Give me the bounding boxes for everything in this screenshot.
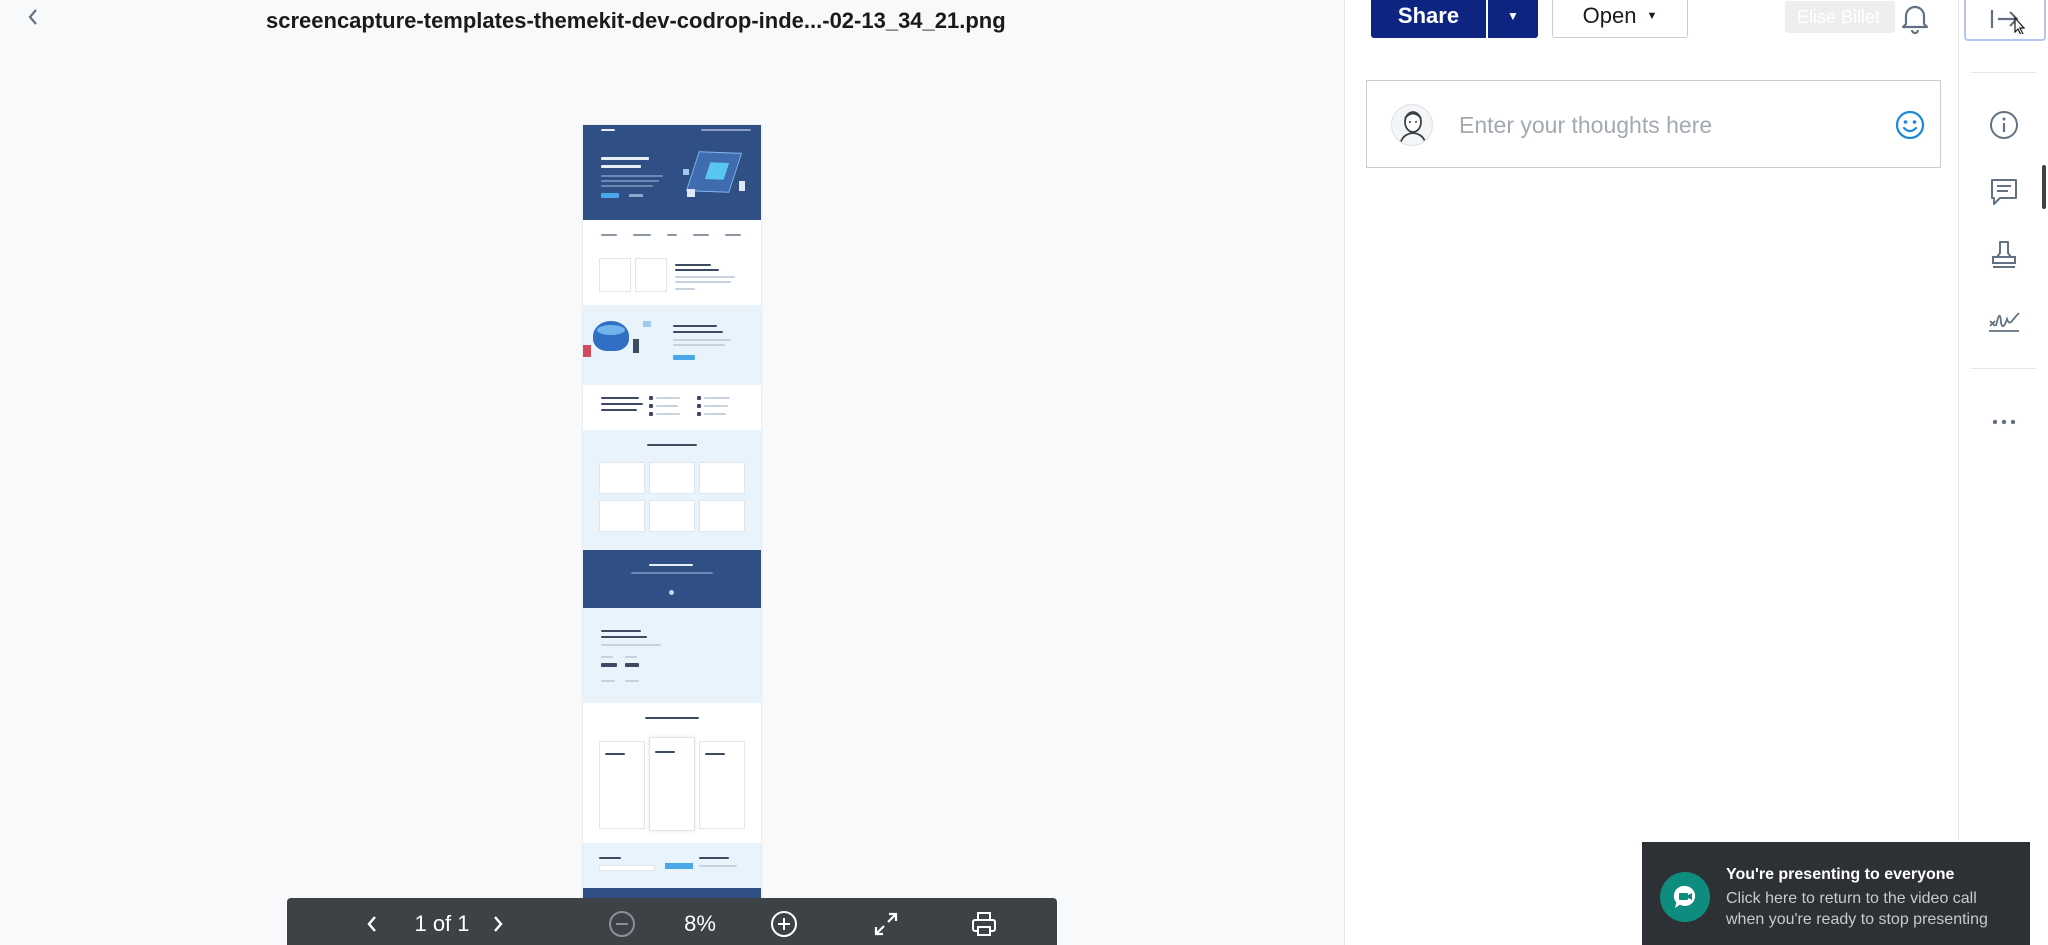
info-icon xyxy=(1989,111,2018,139)
notifications-button[interactable] xyxy=(1897,0,1933,36)
page-toolbar: 1 of 1 8% xyxy=(287,898,1057,945)
zoom-in-button[interactable] xyxy=(767,910,801,938)
emoji-button[interactable] xyxy=(1894,109,1926,141)
zoom-in-icon xyxy=(771,911,797,937)
preview-cta-section xyxy=(583,550,761,608)
user-tooltip: Elise Billet xyxy=(1785,1,1895,33)
preview-logos-section xyxy=(583,220,761,250)
print-button[interactable] xyxy=(967,910,1001,938)
rail-separator xyxy=(1971,368,2036,369)
preview-checklist-section xyxy=(583,385,761,430)
preview-stats-section xyxy=(583,608,761,703)
chevron-left-icon xyxy=(367,916,376,932)
signature-icon xyxy=(1988,312,2020,332)
share-options-button[interactable]: ▼ xyxy=(1488,0,1538,38)
scrollbar-thumb[interactable] xyxy=(2042,165,2046,209)
signature-button[interactable] xyxy=(1959,296,2048,344)
print-icon xyxy=(972,912,996,936)
comment-input[interactable] xyxy=(1459,105,1859,145)
presenting-notification[interactable]: You're presenting to everyone Click here… xyxy=(1642,842,2030,945)
preview-newsletter-section xyxy=(583,843,761,888)
file-viewer: screencapture-templates-themekit-dev-cod… xyxy=(0,0,1344,945)
back-button[interactable] xyxy=(18,2,48,32)
zoom-level: 8% xyxy=(684,911,716,936)
collapse-panel-button[interactable] xyxy=(1964,0,2046,41)
preview-hero-section xyxy=(583,125,761,220)
fullscreen-icon xyxy=(874,912,898,936)
comment-icon xyxy=(1990,179,2017,205)
rail-separator xyxy=(1971,72,2036,73)
bell-icon xyxy=(1901,5,1929,34)
presenting-icon xyxy=(1660,872,1710,922)
user-name: Elise Billet xyxy=(1797,6,1881,27)
page-indicator: 1 of 1 xyxy=(414,911,470,936)
toast-title: You're presenting to everyone xyxy=(1726,866,1955,883)
fullscreen-button[interactable] xyxy=(869,910,903,938)
open-button[interactable]: Open ▼ xyxy=(1552,0,1688,38)
stamp-icon xyxy=(1991,241,2016,268)
share-button-label: Share xyxy=(1397,3,1460,28)
avatar xyxy=(1391,104,1433,146)
zoom-out-icon xyxy=(609,911,635,937)
open-button-label: Open xyxy=(1582,3,1637,28)
user-avatar-icon xyxy=(1399,111,1427,145)
more-icon xyxy=(1992,419,2015,425)
previous-page-button[interactable] xyxy=(357,910,387,938)
share-button[interactable]: Share xyxy=(1371,0,1486,38)
caret-down-icon: ▼ xyxy=(1507,9,1519,23)
sidebar-rail xyxy=(1959,0,2048,945)
preview-pricing-section xyxy=(583,703,761,843)
preview-features-section xyxy=(583,250,761,305)
next-page-button[interactable] xyxy=(483,910,513,938)
comment-composer xyxy=(1366,80,1941,168)
smiley-icon xyxy=(1895,110,1925,140)
stamp-button[interactable] xyxy=(1959,230,2048,278)
preview-illustration-section xyxy=(583,305,761,385)
comments-button[interactable] xyxy=(1959,168,2048,216)
preview-cards-section xyxy=(583,430,761,550)
collapse-panel-icon xyxy=(1990,9,2025,34)
zoom-out-button[interactable] xyxy=(605,910,639,938)
file-title: screencapture-templates-themekit-dev-cod… xyxy=(266,8,1006,33)
chevron-right-icon xyxy=(494,916,503,932)
toast-body: Click here to return to the video call w… xyxy=(1726,890,1988,928)
chevron-left-icon xyxy=(28,9,37,25)
document-preview[interactable] xyxy=(583,125,761,899)
comments-panel: Share ▼ Open ▼ Elise Billet xyxy=(1345,0,1958,945)
caret-down-icon: ▼ xyxy=(1646,10,1658,22)
info-button[interactable] xyxy=(1959,101,2048,149)
more-button[interactable] xyxy=(1959,398,2048,446)
